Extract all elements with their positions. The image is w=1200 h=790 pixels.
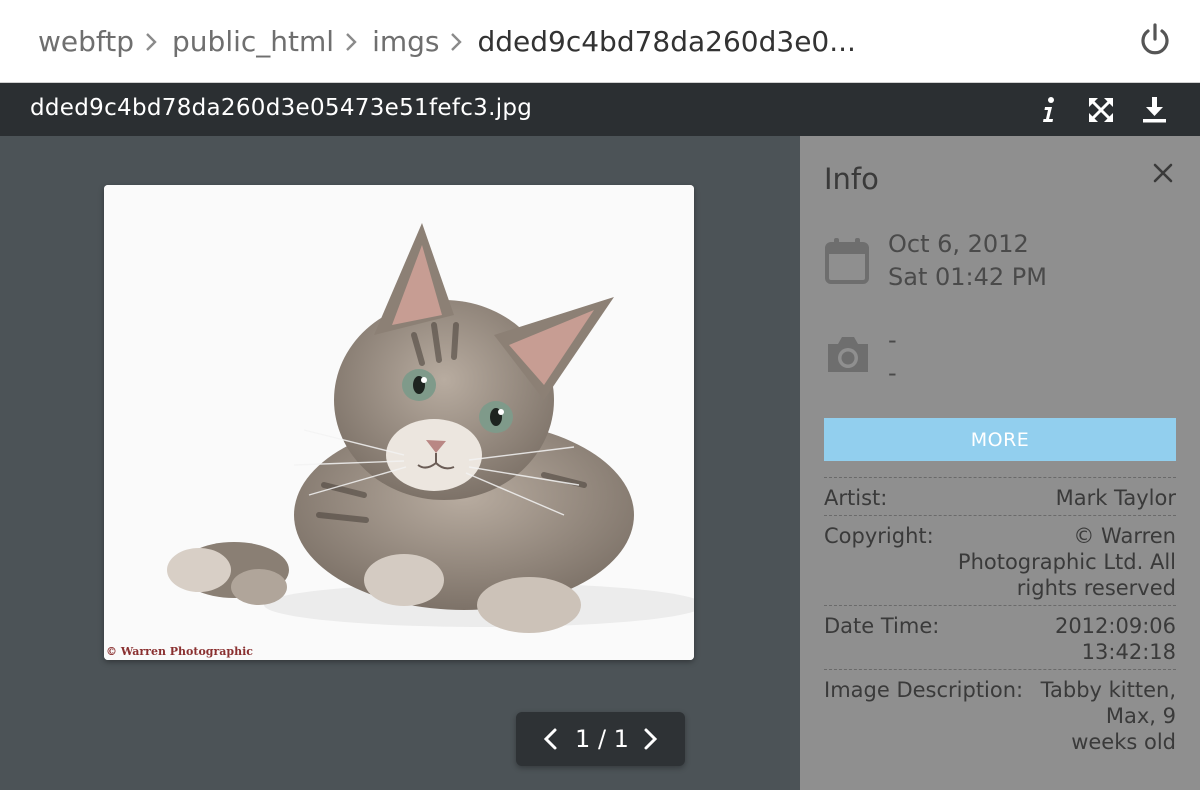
top-bar: webftp public_html imgs dded9c4bd78da260…: [0, 0, 1200, 83]
info-title: Info: [824, 162, 879, 196]
weekday-time-line: Sat 01:42 PM: [888, 263, 1047, 291]
page-navigator: 1 / 1: [516, 712, 685, 766]
property-key-artist: Artist:: [824, 486, 888, 510]
date-line: Oct 6, 2012: [888, 230, 1029, 258]
breadcrumb-item-webftp[interactable]: webftp: [38, 25, 134, 58]
breadcrumb-item-public-html[interactable]: public_html: [172, 25, 334, 58]
property-key-description: Image Description:: [824, 678, 1024, 702]
info-icon[interactable]: [1034, 95, 1064, 125]
breadcrumb: webftp public_html imgs dded9c4bd78da260…: [38, 22, 856, 60]
property-value-copyright: © Warren Photographic Ltd. All rights re…: [957, 524, 1176, 600]
chevron-right-icon[interactable]: [639, 726, 661, 752]
property-value-artist: Mark Taylor: [1055, 486, 1176, 510]
image-viewer: © Warren Photographic 1 / 1: [0, 136, 800, 790]
page-counter: 1 / 1: [575, 725, 629, 753]
camera-icon: [824, 332, 872, 380]
breadcrumb-current-file: dded9c4bd78da260d3e0...: [477, 24, 856, 58]
chevron-left-icon[interactable]: [540, 726, 562, 752]
chevron-right-icon: [140, 22, 166, 60]
property-value-description: Tabby kitten, Max, 9 weeks old: [1040, 678, 1176, 754]
close-icon[interactable]: [1152, 162, 1174, 184]
calendar-icon: [824, 236, 870, 290]
fullscreen-icon[interactable]: [1086, 95, 1116, 125]
property-row: Copyright: © Warren Photographic Ltd. Al…: [824, 515, 1176, 605]
file-name: dded9c4bd78da260d3e05473e51fefc3.jpg: [30, 95, 533, 121]
property-row: Artist: Mark Taylor: [824, 477, 1176, 515]
property-row: Image Description: Tabby kitten, Max, 9 …: [824, 669, 1176, 759]
property-value-datetime: 2012:09:06 13:42:18: [1054, 614, 1176, 664]
chevron-right-icon: [445, 22, 471, 60]
download-icon[interactable]: [1140, 95, 1170, 125]
photo-watermark: © Warren Photographic: [106, 645, 253, 658]
camera-settings-line: -: [888, 359, 897, 387]
property-key-copyright: Copyright:: [824, 524, 934, 548]
property-key-datetime: Date Time:: [824, 614, 940, 638]
info-panel: Info Oct 6, 2012 Sat 01:42 PM - - MORE A…: [800, 136, 1200, 790]
kitten-illustration: [104, 185, 694, 660]
power-icon[interactable]: [1138, 22, 1172, 58]
chevron-right-icon: [340, 22, 366, 60]
file-toolbar: dded9c4bd78da260d3e05473e51fefc3.jpg: [0, 83, 1200, 136]
exif-properties: Artist: Mark Taylor Copyright: © Warren …: [824, 477, 1176, 759]
more-button[interactable]: MORE: [824, 418, 1176, 461]
property-row: Date Time: 2012:09:06 13:42:18: [824, 605, 1176, 669]
kitten-photo: © Warren Photographic: [104, 185, 694, 660]
breadcrumb-item-imgs[interactable]: imgs: [372, 25, 439, 58]
camera-model-line: -: [888, 326, 897, 354]
